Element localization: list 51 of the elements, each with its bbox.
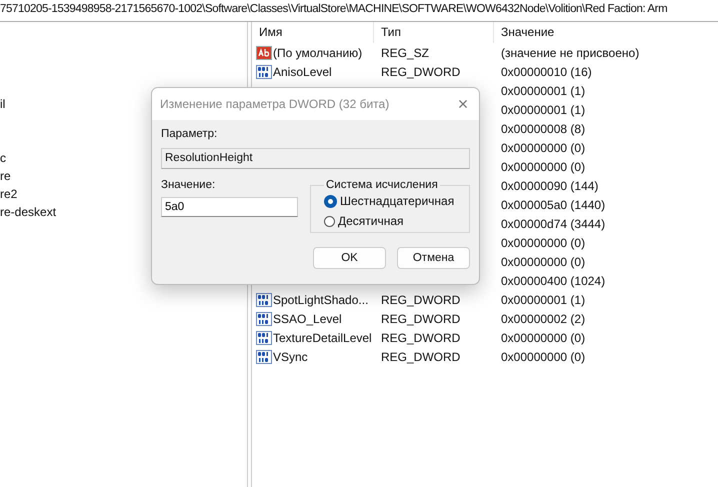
value-name[interactable]: (По умолчанию) [273, 46, 362, 60]
value-type: REG_DWORD [381, 64, 460, 78]
param-name-field: ResolutionHeight [161, 148, 470, 169]
radio-button[interactable] [324, 194, 337, 208]
string-value-icon [256, 44, 272, 60]
value-data: 0x00000008 (8) [501, 122, 586, 136]
value-data: 0x000005a0 (1440) [501, 198, 606, 212]
value-name[interactable]: SSAO_Level [273, 312, 342, 326]
dialog-button[interactable]: Отмена [397, 247, 470, 269]
value-data: 0x00000000 (0) [501, 330, 586, 344]
dialog-button[interactable]: OK [313, 247, 386, 269]
value-name[interactable]: AnisoLevel [273, 64, 332, 78]
dialog-title: Изменение параметра DWORD (32 бита) [160, 97, 390, 111]
value-data: (значение не присвоено) [501, 46, 640, 60]
value-data: 0x00000000 (0) [501, 140, 586, 154]
value-name[interactable]: VSync [273, 350, 308, 364]
value-data: 0x00000d74 (3444) [501, 216, 606, 230]
value-data: 0x00000001 (1) [501, 102, 586, 116]
value-name[interactable]: SpotLightShado... [273, 292, 368, 306]
binary-value-icon [256, 64, 272, 80]
binary-value-icon [256, 310, 272, 326]
value-label: Значение: [161, 179, 216, 193]
value-data: 0x00000000 (0) [501, 236, 586, 250]
value-name[interactable]: TextureDetailLevel [273, 330, 372, 344]
radio-label[interactable]: Десятичная [338, 214, 404, 228]
binary-value-icon [256, 330, 272, 346]
group-title: Система исчисления [325, 179, 439, 191]
value-data: 0x00000010 (16) [501, 64, 592, 78]
binary-value-icon [256, 348, 272, 364]
value-type: REG_DWORD [381, 312, 460, 326]
value-data: 0x00000001 (1) [501, 292, 586, 306]
value-type: REG_DWORD [381, 292, 460, 306]
param-label: Параметр: [161, 128, 218, 142]
value-data: 0x00000000 (0) [501, 254, 586, 268]
value-data: 0x00000000 (0) [501, 160, 586, 174]
value-data: 0x00000090 (144) [501, 178, 598, 192]
value-data: 0x00000002 (2) [501, 312, 586, 326]
column-header[interactable]: Значение [494, 22, 718, 43]
value-type: REG_DWORD [381, 330, 460, 344]
column-header[interactable]: Имя [252, 22, 374, 43]
radio-label[interactable]: Шестнадцатеричная [340, 194, 454, 208]
value-data: 0x00000000 (0) [501, 350, 586, 364]
radio-button[interactable] [324, 216, 335, 226]
binary-value-icon [256, 292, 272, 308]
value-data: 0x00000400 (1024) [501, 274, 606, 288]
value-type: REG_SZ [381, 46, 430, 60]
close-button[interactable]: × [447, 89, 479, 119]
value-data: 0x00000001 (1) [501, 84, 586, 98]
value-field[interactable]: 5a0 [161, 197, 298, 217]
column-header[interactable]: Тип [374, 22, 494, 43]
value-type: REG_DWORD [381, 350, 460, 364]
